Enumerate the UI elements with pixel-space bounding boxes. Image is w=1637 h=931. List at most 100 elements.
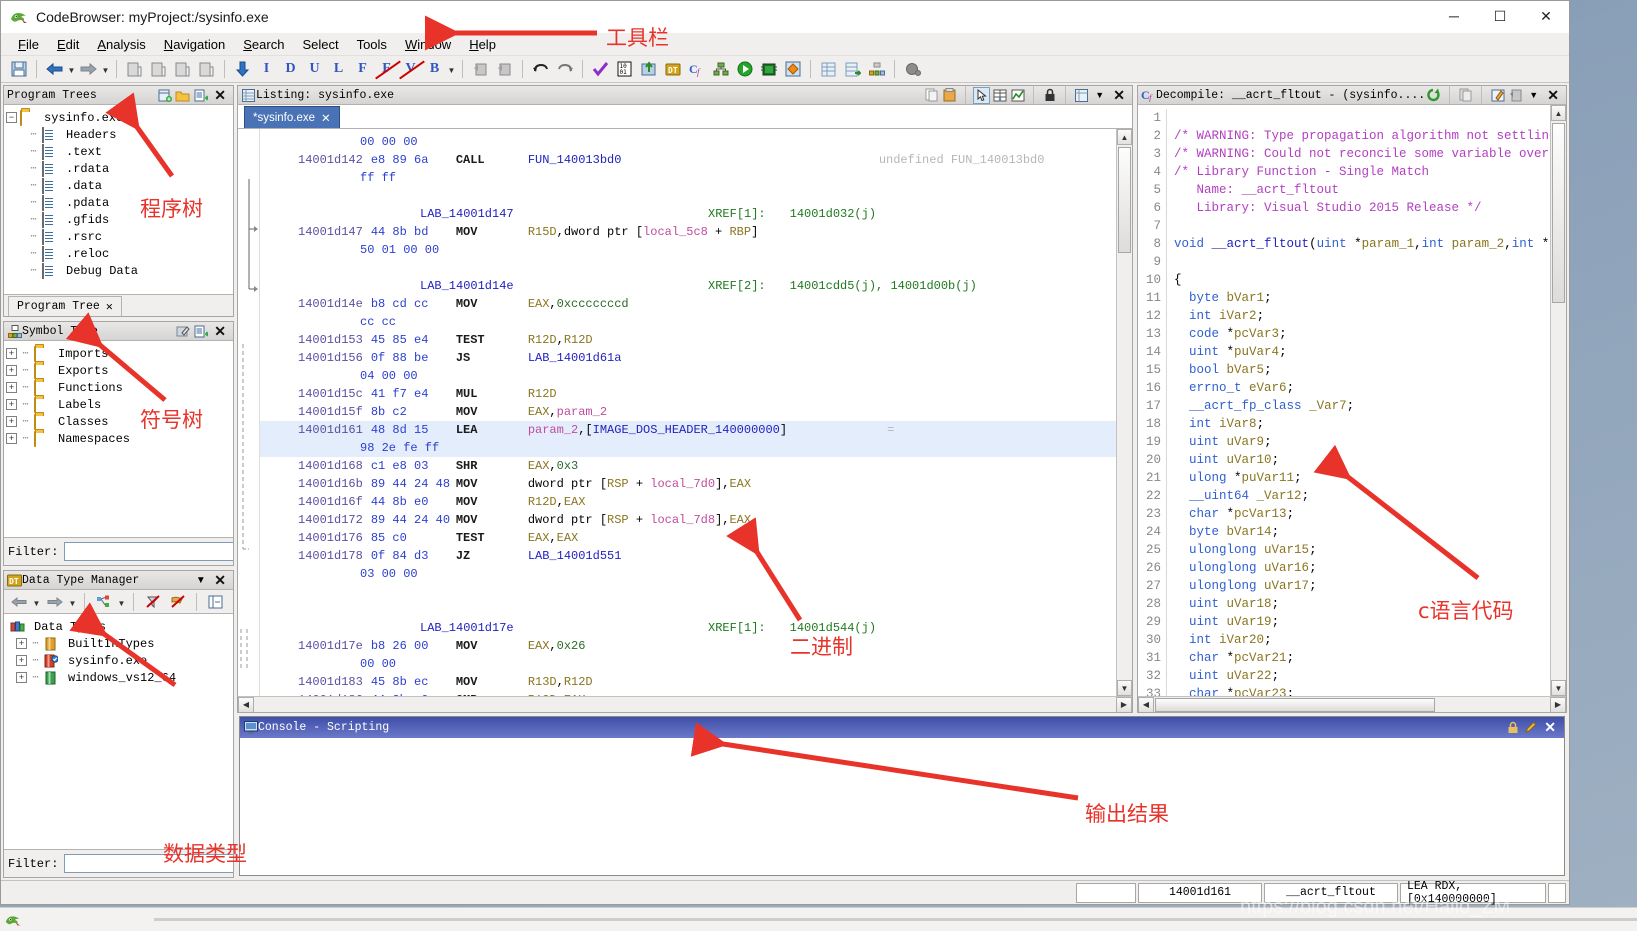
forward-arrow-icon[interactable] [43, 591, 66, 613]
pointer-filter-off-icon[interactable] [166, 591, 189, 613]
decompiler-line[interactable]: ulonglong uVar15; [1174, 541, 1566, 559]
expand-toggle-icon[interactable]: + [16, 655, 27, 666]
copy-doc-icon[interactable] [147, 58, 170, 80]
tree-item-gfids[interactable]: ⋯ .gfids [6, 211, 231, 228]
decompiler-line[interactable]: char *pcVar21; [1174, 649, 1566, 667]
decompiler-line[interactable]: ulong *puVar11; [1174, 469, 1566, 487]
listing-vscrollbar[interactable]: ▲ ▼ [1116, 129, 1132, 696]
expand-toggle-icon[interactable]: + [16, 672, 27, 683]
tab-close-icon[interactable]: ✕ [106, 299, 113, 314]
export-icon[interactable] [637, 58, 660, 80]
listing-row[interactable]: 14001d142 e8 89 6a CALL FUN_140013bd0 undefi… [260, 151, 1118, 169]
decompiler-line[interactable]: { [1174, 271, 1566, 289]
expand-toggle-icon[interactable]: + [6, 365, 17, 376]
menu-file[interactable]: File [9, 35, 48, 54]
decompiler-line[interactable]: uint uVar19; [1174, 613, 1566, 631]
listing-row[interactable]: 00 00 00 [260, 133, 1118, 151]
close-icon[interactable]: ✕ [211, 572, 229, 589]
decompiler-line[interactable] [1174, 253, 1566, 271]
scroll-right-arrow-icon[interactable]: ▶ [1116, 696, 1132, 712]
tree-item-data[interactable]: ⋯ .data [6, 177, 231, 194]
scroll-left-arrow-icon[interactable]: ◀ [1138, 696, 1154, 712]
copy-icon[interactable] [1458, 88, 1473, 103]
edit-icon[interactable] [175, 324, 190, 339]
menu-caret-icon[interactable]: ▼ [1526, 88, 1541, 103]
snapshot-icon[interactable] [493, 58, 516, 80]
menu-window[interactable]: Window [396, 35, 460, 54]
listing-row[interactable]: 14001d16f 44 8b e0 MOV R12D,EAX [260, 493, 1118, 511]
decompiler-line[interactable]: Library: Visual Studio 2015 Release */ [1174, 199, 1566, 217]
tree-item-reloc[interactable]: ⋯ .reloc [6, 245, 231, 262]
ghidra-taskbar-icon[interactable] [0, 909, 26, 931]
sitemap-icon[interactable] [865, 58, 888, 80]
listing-row[interactable]: 14001d156 0f 88 be JS LAB_14001d61a [260, 349, 1118, 367]
tree-item-headers[interactable]: ⋯ Headers [6, 126, 231, 143]
copy-tree-icon[interactable] [193, 324, 208, 339]
checkmark-icon[interactable] [589, 58, 612, 80]
undo-icon[interactable] [529, 58, 552, 80]
data-type-filter-input[interactable] [64, 854, 233, 873]
listing-row[interactable]: LAB_14001d14e XREF[2]: 14001cdd5(j), 14001… [260, 277, 1118, 295]
decompiler-line[interactable]: byte bVar1; [1174, 289, 1566, 307]
listing-row[interactable]: 14001d17e b8 26 00 MOV EAX,0x26 [260, 637, 1118, 655]
menu-search[interactable]: Search [234, 35, 293, 54]
datatype-icon[interactable]: DT [661, 58, 684, 80]
paste-icon[interactable] [942, 88, 957, 103]
decompiler-source[interactable]: /* WARNING: Type propagation algorithm n… [1166, 109, 1566, 696]
scroll-thumb[interactable] [1118, 147, 1131, 253]
menu-edit[interactable]: Edit [48, 35, 88, 54]
decompiler-line[interactable]: char *pcVar23; [1174, 685, 1566, 696]
tab-sysinfo-exe[interactable]: *sysinfo.exe ✕ [244, 106, 340, 128]
decompiler-line[interactable]: int iVar2; [1174, 307, 1566, 325]
collapse-toggle-icon[interactable]: − [6, 112, 17, 123]
decompiler-hscrollbar[interactable]: ◀ ▶ [1138, 696, 1566, 712]
tree-item-rdata[interactable]: ⋯ .rdata [6, 160, 231, 177]
refresh-icon[interactable] [1426, 88, 1441, 103]
decompiler-code-area[interactable]: 1 2 3 4 5 6 7 8 9 10 11 12 13 14 15 16 17 18 19 20 21 22 23 24 2… [1138, 105, 1566, 696]
listing-code[interactable]: 00 00 00 14001d142 e8 89 6a CALL FUN_140013b… [260, 129, 1118, 696]
listing-row[interactable] [260, 259, 1118, 277]
copy-doc-icon[interactable] [171, 58, 194, 80]
down-arrow-icon[interactable] [231, 58, 254, 80]
symbol-node-labels[interactable]: + ⋯ Labels [6, 396, 231, 413]
forward-arrow-icon[interactable] [77, 58, 100, 80]
datatype-node-builtintypes[interactable]: + ⋯ BuiltInTypes [6, 635, 231, 652]
listing-row[interactable]: 14001d176 85 c0 TEST EAX,EAX [260, 529, 1118, 547]
listing-hscrollbar[interactable]: ◀ ▶ [238, 696, 1132, 712]
node-tree-icon[interactable] [92, 591, 115, 613]
decompiler-line[interactable]: uint uVar18; [1174, 595, 1566, 613]
new-tree-icon[interactable] [157, 88, 172, 103]
listing-row[interactable]: 14001d16b 89 44 24 48 MOV dword ptr [RSP + … [260, 475, 1118, 493]
decompiler-line[interactable]: Name: __acrt_fltout [1174, 181, 1566, 199]
decompiler-line[interactable]: uint uVar10; [1174, 451, 1566, 469]
scroll-up-arrow-icon[interactable]: ▲ [1551, 105, 1566, 121]
expand-toggle-icon[interactable]: + [6, 416, 17, 427]
tree-item-pdata[interactable]: ⋯ .pdata [6, 194, 231, 211]
close-button[interactable]: ✕ [1523, 1, 1569, 32]
letter-i-icon[interactable]: I [255, 58, 278, 80]
decompiler-line[interactable]: ulonglong uVar16; [1174, 559, 1566, 577]
decompiler-line[interactable]: char *pcVar13; [1174, 505, 1566, 523]
menu-select[interactable]: Select [293, 35, 347, 54]
tab-program-tree[interactable]: Program Tree ✕ [8, 296, 122, 316]
decompiler-line[interactable]: int iVar20; [1174, 631, 1566, 649]
save-icon[interactable] [7, 58, 30, 80]
letter-d-icon[interactable]: D [279, 58, 302, 80]
snapshot-icon[interactable] [1508, 88, 1523, 103]
diamond-icon[interactable] [781, 58, 804, 80]
decompiler-line[interactable]: /* WARNING: Type propagation algorithm n… [1174, 127, 1566, 145]
listing-row[interactable]: 50 01 00 00 [260, 241, 1118, 259]
listing-row[interactable]: 14001d14e b8 cd cc MOV EAX,0xcccccccd [260, 295, 1118, 313]
pencil-icon[interactable] [1523, 720, 1538, 735]
function-graph-icon[interactable]: Cf [685, 58, 708, 80]
snapshot-icon[interactable] [469, 58, 492, 80]
symbol-node-namespaces[interactable]: + ⋯ Namespaces [6, 430, 231, 447]
listing-row[interactable]: cc cc [260, 313, 1118, 331]
decompiler-line[interactable]: uint *puVar4; [1174, 343, 1566, 361]
decompiler-line[interactable]: /* Library Function - Single Match [1174, 163, 1566, 181]
expand-toggle-icon[interactable]: + [6, 399, 17, 410]
listing-row[interactable]: 14001d18644 3b e0CMPR12D,EAX [260, 691, 1118, 696]
open-folder-icon[interactable] [175, 88, 190, 103]
copy-doc-icon[interactable] [195, 58, 218, 80]
close-icon[interactable]: ✕ [1110, 87, 1128, 104]
